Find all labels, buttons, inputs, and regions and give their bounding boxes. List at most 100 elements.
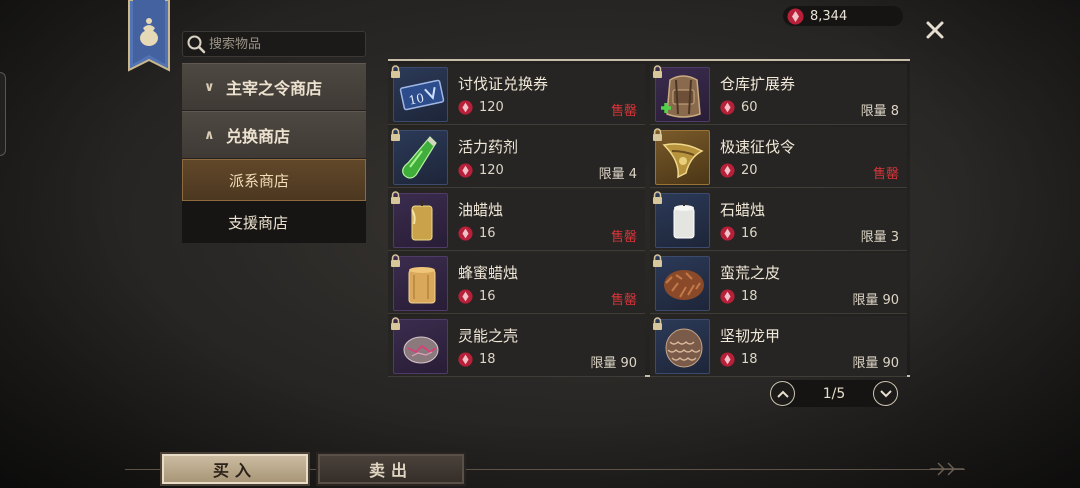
item-price-value: 60	[741, 100, 758, 115]
page-indicator: 1/5	[822, 385, 846, 402]
search-input[interactable]	[209, 36, 359, 52]
badge-icon	[655, 130, 710, 185]
item-name: 讨伐证兑换券	[458, 75, 549, 93]
ornament-icon	[930, 462, 964, 476]
item-name: 石蜡烛	[720, 201, 766, 219]
item-price: 20	[720, 163, 758, 178]
item-name: 蛮荒之皮	[720, 264, 781, 282]
item-price: 18	[720, 289, 758, 304]
item-status-limit: 限量 8	[860, 104, 899, 119]
search-bar[interactable]	[182, 31, 366, 57]
item-price-value: 16	[479, 289, 496, 304]
item-name: 仓库扩展券	[720, 75, 796, 93]
item-status-limit: 限量 90	[852, 356, 899, 371]
tab-sell[interactable]: 卖出	[318, 454, 464, 484]
item-price-value: 18	[741, 352, 758, 367]
item-name: 活力药剂	[458, 138, 519, 156]
shop-banner-icon	[128, 0, 170, 72]
item-status-soldout: 售罄	[610, 230, 637, 245]
item-price-value: 18	[479, 352, 496, 367]
voucher-icon: 10	[393, 67, 448, 122]
ruby-gem-icon	[787, 8, 804, 24]
item-card[interactable]: 坚韧龙甲 18 限量 90	[650, 316, 907, 377]
item-card[interactable]: 灵能之壳 18 限量 90	[388, 316, 645, 377]
shell-icon	[393, 319, 448, 374]
item-status-limit: 限量 4	[598, 167, 637, 182]
ruby-gem-icon	[458, 226, 473, 241]
item-status-soldout: 售罄	[610, 104, 637, 119]
item-name: 蜂蜜蜡烛	[458, 264, 519, 282]
item-status-limit: 限量 90	[852, 293, 899, 308]
item-card[interactable]: 10 讨伐证兑换券 120 售罄	[388, 64, 645, 125]
lock-icon	[391, 191, 400, 204]
ruby-gem-icon	[458, 352, 473, 367]
item-price: 16	[458, 226, 496, 241]
item-status-soldout: 售罄	[610, 293, 637, 308]
item-price-value: 120	[479, 100, 504, 115]
lock-icon	[653, 317, 662, 330]
item-price: 18	[458, 352, 496, 367]
chevron-up-icon	[776, 390, 789, 398]
potion-icon	[393, 130, 448, 185]
item-name: 极速征伐令	[720, 138, 796, 156]
dragon-scale-icon	[655, 319, 710, 374]
candle-icon	[393, 193, 448, 248]
lock-icon	[391, 254, 400, 267]
search-icon	[183, 31, 209, 57]
lock-icon	[653, 191, 662, 204]
item-name: 油蜡烛	[458, 201, 504, 219]
page-down-button[interactable]	[873, 381, 898, 406]
page-up-button[interactable]	[770, 381, 795, 406]
pagination: 1/5	[770, 380, 898, 407]
chevron-down-icon: ∨	[204, 79, 215, 95]
item-card[interactable]: 极速征伐令 20 售罄	[650, 127, 907, 188]
item-name: 坚韧龙甲	[720, 327, 781, 345]
item-card[interactable]: 石蜡烛 16 限量 3	[650, 190, 907, 251]
item-status-soldout: 售罄	[872, 167, 899, 182]
ruby-gem-icon	[458, 100, 473, 115]
lock-icon	[391, 317, 400, 330]
fur-icon	[655, 256, 710, 311]
subcategory-faction-shop[interactable]: 派系商店	[182, 159, 366, 201]
category-menu: ∨ 主宰之令商店 ∧ 兑换商店 派系商店 支援商店	[182, 63, 366, 243]
item-card[interactable]: 蛮荒之皮 18 限量 90	[650, 253, 907, 314]
currency-display: 8,344	[783, 6, 903, 26]
ruby-gem-icon	[720, 163, 735, 178]
item-name: 灵能之壳	[458, 327, 519, 345]
item-price-value: 120	[479, 163, 504, 178]
ruby-gem-icon	[458, 163, 473, 178]
category-exchange-shop[interactable]: ∧ 兑换商店	[182, 111, 366, 159]
item-price: 120	[458, 100, 504, 115]
item-price-value: 16	[741, 226, 758, 241]
item-price-value: 18	[741, 289, 758, 304]
tab-buy[interactable]: 买入	[162, 454, 308, 484]
backpack-icon	[655, 67, 710, 122]
subcategory-label: 支援商店	[228, 213, 289, 232]
item-price: 16	[458, 289, 496, 304]
item-price: 120	[458, 163, 504, 178]
item-price-value: 20	[741, 163, 758, 178]
item-price: 18	[720, 352, 758, 367]
item-card[interactable]: 活力药剂 120 限量 4	[388, 127, 645, 188]
white-candle-icon	[655, 193, 710, 248]
item-grid: 10 讨伐证兑换券 120 售罄 仓库扩展券 60 限量 8 活力药剂 120 …	[388, 59, 910, 377]
category-label: 兑换商店	[226, 127, 291, 146]
chevron-down-icon	[879, 389, 892, 397]
item-price: 60	[720, 100, 758, 115]
close-button[interactable]	[922, 17, 948, 43]
subcategory-support-shop[interactable]: 支援商店	[182, 201, 366, 243]
lock-icon	[653, 128, 662, 141]
lock-icon	[653, 254, 662, 267]
item-card[interactable]: 蜂蜜蜡烛 16 售罄	[388, 253, 645, 314]
ruby-gem-icon	[720, 352, 735, 367]
ruby-gem-icon	[720, 226, 735, 241]
close-icon	[926, 21, 944, 39]
edge-handle[interactable]	[0, 72, 6, 156]
category-dominator-shop[interactable]: ∨ 主宰之令商店	[182, 63, 366, 111]
category-label: 主宰之令商店	[226, 79, 323, 98]
item-status-limit: 限量 90	[590, 356, 637, 371]
honey-candle-icon	[393, 256, 448, 311]
item-card[interactable]: 油蜡烛 16 售罄	[388, 190, 645, 251]
currency-amount: 8,344	[810, 8, 848, 24]
item-card[interactable]: 仓库扩展券 60 限量 8	[650, 64, 907, 125]
